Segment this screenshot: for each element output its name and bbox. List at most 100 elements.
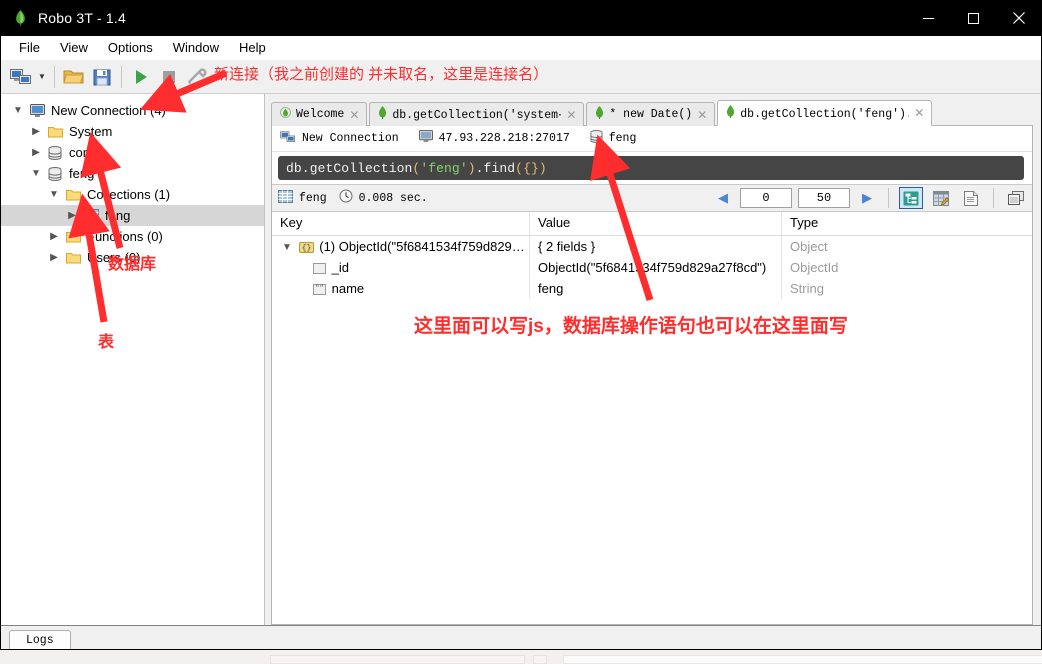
clock-icon — [339, 189, 353, 207]
column-header-value[interactable]: Value — [530, 212, 782, 235]
tree-label: New Connection (4) — [51, 103, 166, 118]
tree-item-functions[interactable]: ▶ Functions (0) — [1, 226, 264, 247]
connect-button[interactable] — [7, 63, 35, 91]
tab-new-date[interactable]: * new Date() ✕ — [586, 102, 716, 126]
tree-item-database-feng[interactable]: ▼ feng — [1, 163, 264, 184]
save-script-button[interactable] — [88, 63, 116, 91]
tree-item-users[interactable]: ▶ Users (0) — [1, 247, 264, 268]
menu-item-help[interactable]: Help — [229, 37, 276, 58]
computer-icon — [27, 103, 47, 118]
maximize-button[interactable] — [951, 0, 996, 36]
folder-icon — [63, 251, 83, 264]
monitor-icon — [418, 130, 433, 147]
menu-item-options[interactable]: Options — [98, 37, 163, 58]
code-editor[interactable]: db.getCollection('feng') .find({}) — [278, 156, 1024, 180]
result-type-cell: Object — [790, 239, 828, 254]
tab-feng-collection[interactable]: db.getCollection('feng').⋯ ✕ — [717, 100, 933, 126]
tree-item-system[interactable]: ▶ System — [1, 121, 264, 142]
toolbar-divider-1 — [54, 65, 55, 88]
close-icon[interactable]: ✕ — [349, 108, 359, 122]
table-row[interactable]: _id ObjectId("5f6841534f759d829a27f8cd")… — [272, 257, 1032, 278]
result-key-cell[interactable]: "" name — [272, 278, 530, 299]
folder-icon — [63, 188, 83, 201]
toolbar-divider-2 — [121, 65, 122, 88]
tree-label: Functions (0) — [87, 229, 163, 244]
background-window-b — [533, 655, 547, 664]
chevron-down-icon[interactable]: ▼ — [280, 237, 294, 257]
robomongo-leaf-icon — [13, 10, 28, 26]
toolbar-divider-4 — [993, 188, 994, 208]
chevron-right-icon[interactable]: ▶ — [63, 210, 81, 221]
svg-text:{}: {} — [302, 244, 312, 253]
tools-button[interactable] — [183, 63, 211, 91]
mongo-leaf-icon — [595, 106, 604, 123]
skip-input[interactable]: 0 — [740, 188, 792, 208]
menu-item-view[interactable]: View — [50, 37, 98, 58]
execute-button[interactable] — [127, 63, 155, 91]
background-window-c — [563, 655, 1042, 664]
chevron-right-icon[interactable]: ▶ — [45, 231, 63, 242]
server-address: 47.93.228.218:27017 — [438, 132, 570, 145]
window-controls — [906, 0, 1041, 36]
tree-item-new-connection[interactable]: ▼ New Connection (4) — [1, 100, 264, 121]
close-icon[interactable]: ✕ — [697, 108, 707, 122]
table-row[interactable]: ▼ {} (1) ObjectId("5f6841534f759d829… { … — [272, 236, 1032, 257]
result-key-cell[interactable]: _id — [272, 257, 530, 278]
menu-bar: File View Options Window Help — [1, 36, 1041, 60]
column-header-type[interactable]: Type — [782, 212, 1032, 235]
objectid-icon — [310, 263, 328, 275]
code-token-close-paren: ) — [467, 160, 476, 176]
prev-page-button[interactable]: ◀ — [712, 191, 734, 206]
text-mode-button[interactable] — [959, 187, 983, 209]
tab-strip: Welcome ✕ db.getCollection('system⋯ ✕ * … — [271, 100, 1033, 126]
open-script-button[interactable] — [60, 63, 88, 91]
limit-input[interactable]: 50 — [798, 188, 850, 208]
tab-welcome[interactable]: Welcome ✕ — [271, 102, 368, 126]
menu-item-window[interactable]: Window — [163, 37, 229, 58]
chevron-down-icon[interactable]: ▼ — [45, 189, 63, 200]
result-value-cell: ObjectId("5f6841534f759d829a27f8cd") — [530, 257, 782, 278]
code-token-string: 'feng' — [420, 160, 468, 176]
tab-label: * new Date() — [609, 108, 693, 121]
tab-system-collection[interactable]: db.getCollection('system⋯ ✕ — [369, 102, 585, 126]
chevron-right-icon[interactable]: ▶ — [27, 126, 45, 137]
folder-icon — [45, 125, 65, 138]
collection-icon — [81, 209, 101, 222]
results-header-row: Key Value Type — [272, 212, 1032, 236]
close-button[interactable] — [996, 0, 1041, 36]
title-bar: Robo 3T - 1.4 — [1, 0, 1041, 36]
result-key-text: _id — [331, 260, 349, 275]
chevron-right-icon[interactable]: ▶ — [45, 252, 63, 263]
tree-item-config[interactable]: ▶ config — [1, 142, 264, 163]
database-icon — [45, 145, 65, 160]
result-type-cell: ObjectId — [790, 260, 839, 275]
result-key-cell[interactable]: ▼ {} (1) ObjectId("5f6841534f759d829… — [272, 236, 530, 257]
minimize-button[interactable] — [906, 0, 951, 36]
workspace: Welcome ✕ db.getCollection('system⋯ ✕ * … — [265, 94, 1041, 625]
main-toolbar: ▼ — [1, 60, 1041, 94]
stop-button[interactable] — [155, 63, 183, 91]
table-row[interactable]: "" name feng String — [272, 278, 1032, 299]
robo-leaf-icon — [280, 106, 291, 123]
logs-tab[interactable]: Logs — [9, 630, 71, 649]
chevron-right-icon[interactable]: ▶ — [27, 147, 45, 158]
column-header-key[interactable]: Key — [272, 212, 530, 235]
tree-mode-button[interactable] — [899, 187, 923, 209]
result-key-text: name — [331, 281, 365, 296]
database-name: feng — [608, 132, 637, 145]
editor-panel: New Connection 47.93.228.218:27017 feng … — [271, 126, 1033, 625]
chevron-down-icon[interactable]: ▼ — [9, 105, 27, 116]
folder-icon — [63, 230, 83, 243]
database-icon — [590, 130, 603, 147]
background-window-a — [270, 655, 525, 664]
chevron-down-icon[interactable]: ▼ — [35, 63, 49, 91]
menu-item-file[interactable]: File — [9, 37, 50, 58]
next-page-button[interactable]: ▶ — [856, 191, 878, 206]
maximize-output-button[interactable] — [1004, 187, 1028, 209]
tree-item-collections[interactable]: ▼ Collections (1) — [1, 184, 264, 205]
close-icon[interactable]: ✕ — [914, 106, 924, 120]
table-mode-button[interactable] — [929, 187, 953, 209]
chevron-down-icon[interactable]: ▼ — [27, 168, 45, 179]
close-icon[interactable]: ✕ — [566, 108, 576, 122]
tree-item-collection-feng[interactable]: ▶ feng — [1, 205, 264, 226]
